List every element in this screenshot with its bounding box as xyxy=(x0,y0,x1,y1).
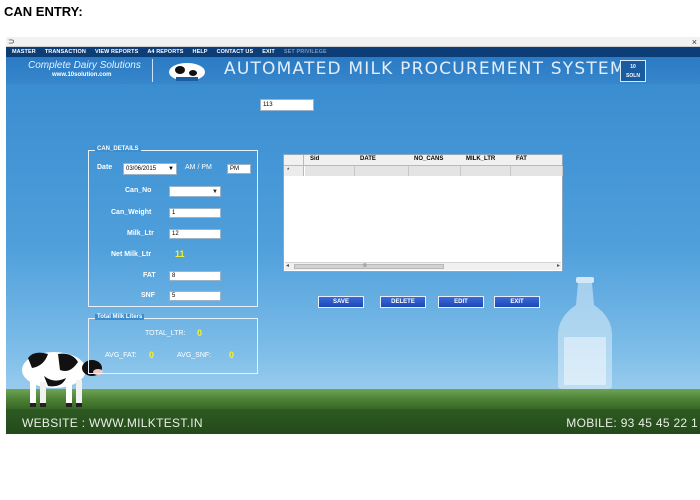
menu-set-privilege[interactable]: SET PRIVILEGE xyxy=(284,49,327,55)
can-no-select[interactable]: ▼ xyxy=(169,186,221,197)
header-banner: Complete Dairy Solutions www.10solution.… xyxy=(6,57,700,84)
menu-exit[interactable]: EXIT xyxy=(262,49,275,55)
snf-label: SNF xyxy=(141,292,155,299)
brand-logo: 10 SOLN xyxy=(620,60,646,82)
grid-cell[interactable] xyxy=(409,166,461,176)
menu-view-reports[interactable]: VIEW REPORTS xyxy=(95,49,138,55)
page: CAN ENTRY: ⊃ × MASTER TRANSACTION VIEW R… xyxy=(0,0,700,500)
company-tagline: Complete Dairy Solutions xyxy=(28,60,141,71)
milk-ltr-label: Milk_Ltr xyxy=(127,230,154,237)
grid-col-fat[interactable]: FAT xyxy=(516,156,527,162)
net-milk-ltr-label: Net Milk_Ltr xyxy=(111,251,152,258)
footer-website: WEBSITE : WWW.MILKTEST.IN xyxy=(22,416,203,430)
menu-bar: MASTER TRANSACTION VIEW REPORTS A4 REPOR… xyxy=(6,47,700,57)
am-pm-field[interactable]: PM xyxy=(227,164,251,174)
grid-horizontal-scrollbar[interactable]: ◂ ≡ ▸ xyxy=(285,262,561,270)
edit-button[interactable]: EDIT xyxy=(438,296,484,308)
entry-id-field[interactable]: 113 xyxy=(260,99,314,111)
fat-field[interactable]: 8 xyxy=(169,271,221,281)
footer-mobile: MOBILE: 93 45 45 22 1 xyxy=(566,416,698,430)
delete-button[interactable]: DELETE xyxy=(380,296,426,308)
date-label: Date xyxy=(97,164,113,171)
close-window-button[interactable]: × xyxy=(692,37,697,47)
total-ltr-value: 0 xyxy=(197,328,203,338)
grid-row-header-column xyxy=(284,155,304,166)
scrollbar-thumb[interactable]: ≡ xyxy=(294,263,444,269)
calendar-dropdown-icon[interactable]: ▼ xyxy=(168,164,174,175)
can-entries-grid[interactable]: Sid DATE NO_CANS MILK_LTR FAT * ◂ ≡ ▸ xyxy=(283,154,563,272)
company-website: www.10solution.com xyxy=(52,72,112,78)
date-picker[interactable]: 03/06/2015 ▼ xyxy=(123,163,177,175)
can-details-panel: CAN_DETAILS Date 03/06/2015 ▼ AM / PM PM… xyxy=(88,146,258,307)
grid-col-sid[interactable]: Sid xyxy=(310,156,319,162)
grid-header: Sid DATE NO_CANS MILK_LTR FAT xyxy=(284,155,562,166)
date-value: 03/06/2015 xyxy=(126,166,157,172)
banner-divider xyxy=(152,59,153,82)
menu-a4-reports[interactable]: A4 REPORTS xyxy=(147,49,183,55)
grid-cell[interactable] xyxy=(305,166,355,176)
grid-col-date[interactable]: DATE xyxy=(360,156,376,162)
total-milk-panel: Total Milk Liters TOTAL_LTR: 0 AVG_FAT: … xyxy=(88,314,258,374)
window-titlebar: ⊃ × xyxy=(6,37,700,47)
am-pm-label: AM / PM xyxy=(185,164,212,171)
menu-contact-us[interactable]: CONTACT US xyxy=(217,49,254,55)
grid-cell[interactable] xyxy=(461,166,511,176)
grid-cell[interactable] xyxy=(355,166,409,176)
scrollbar-grip-icon: ≡ xyxy=(363,263,367,269)
new-row-marker: * xyxy=(284,166,304,176)
milk-ltr-field[interactable]: 12 xyxy=(169,229,221,239)
brand-logo-bottom: SOLN xyxy=(626,73,640,79)
app-icon: ⊃ xyxy=(8,37,15,46)
menu-help[interactable]: HELP xyxy=(193,49,208,55)
chevron-down-icon: ▼ xyxy=(212,189,218,195)
milk-bottle-image xyxy=(558,277,612,389)
fat-label: FAT xyxy=(143,272,156,279)
grid-col-milk-ltr[interactable]: MILK_LTR xyxy=(466,156,495,162)
net-milk-ltr-value: 11 xyxy=(175,249,185,259)
scroll-right-icon[interactable]: ▸ xyxy=(557,263,560,270)
total-ltr-label: TOTAL_LTR: xyxy=(145,330,186,337)
scroll-left-icon[interactable]: ◂ xyxy=(286,263,289,270)
avg-snf-value: 0 xyxy=(229,350,235,360)
can-details-legend: CAN_DETAILS xyxy=(95,146,141,152)
exit-button[interactable]: EXIT xyxy=(494,296,540,308)
document-heading: CAN ENTRY: xyxy=(4,4,83,19)
brand-logo-top: 10 xyxy=(630,64,636,70)
snf-field[interactable]: 5 xyxy=(169,291,221,301)
total-milk-legend: Total Milk Liters xyxy=(95,314,145,320)
grid-col-no-cans[interactable]: NO_CANS xyxy=(414,156,443,162)
can-weight-label: Can_Weight xyxy=(111,209,152,216)
menu-transaction[interactable]: TRANSACTION xyxy=(45,49,86,55)
avg-fat-value: 0 xyxy=(149,350,155,360)
can-no-label: Can_No xyxy=(125,187,152,194)
system-title: AUTOMATED MILK PROCUREMENT SYSTEM xyxy=(224,59,626,79)
cow-logo-icon xyxy=(169,63,205,81)
can-weight-field[interactable]: 1 xyxy=(169,208,221,218)
app-window: ⊃ × MASTER TRANSACTION VIEW REPORTS A4 R… xyxy=(6,37,700,434)
save-button[interactable]: SAVE xyxy=(318,296,364,308)
footer-bar: WEBSITE : WWW.MILKTEST.IN MOBILE: 93 45 … xyxy=(6,409,700,434)
menu-master[interactable]: MASTER xyxy=(12,49,36,55)
grid-new-row[interactable]: * xyxy=(284,166,563,176)
avg-fat-label: AVG_FAT: xyxy=(105,352,137,359)
grid-cell[interactable] xyxy=(511,166,563,176)
avg-snf-label: AVG_SNF: xyxy=(177,352,212,359)
